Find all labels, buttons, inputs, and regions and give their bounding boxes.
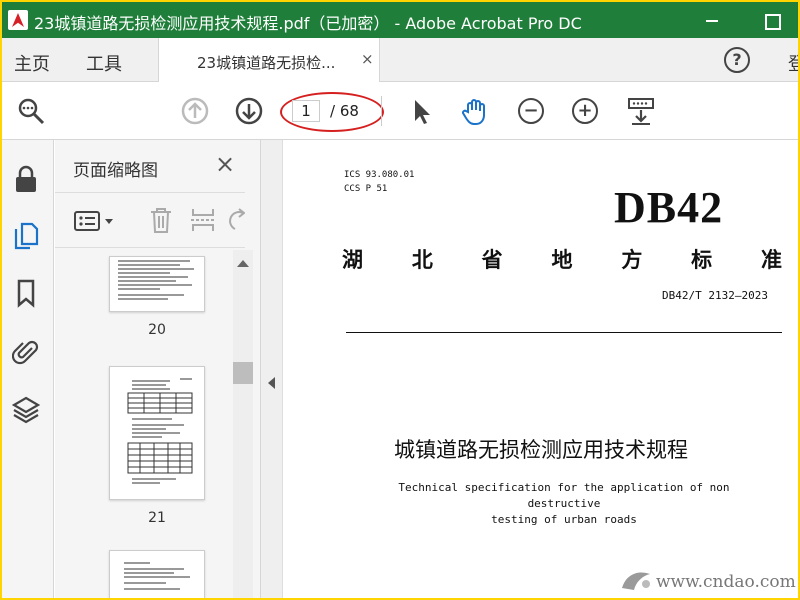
previous-page-icon[interactable] xyxy=(180,96,210,126)
extract-page-icon[interactable] xyxy=(189,205,217,235)
thumbnail-page-number: 21 xyxy=(148,510,166,526)
thumbnail-content xyxy=(124,562,190,590)
page-navigator: 1 / 68 xyxy=(280,92,384,132)
watermark-logo-icon xyxy=(622,572,650,590)
document-tab-label: 23城镇道路无损检... xyxy=(197,54,336,72)
standard-char: 标 xyxy=(691,247,713,272)
thumbnail-content xyxy=(118,260,194,300)
tab-document[interactable]: 23城镇道路无损检... × xyxy=(158,38,380,82)
window-title: 23城镇道路无损检测应用技术规程.pdf（已加密） - Adobe Acroba… xyxy=(34,14,582,33)
help-icon[interactable]: ? xyxy=(724,47,750,73)
sign-in-button[interactable]: 登 xyxy=(788,50,798,76)
current-page-input[interactable]: 1 xyxy=(292,100,320,122)
tab-home[interactable]: 主页 xyxy=(14,50,50,76)
ccs-code: CCS P 51 xyxy=(344,184,388,194)
page-thumbnail[interactable] xyxy=(109,550,205,598)
page-thumbnails-panel: 页面缩略图 × 20 21 xyxy=(55,140,261,598)
zoom-in-button[interactable]: + xyxy=(572,98,598,124)
watermark: www.cndao.com xyxy=(656,572,796,592)
acrobat-window: 23城镇道路无损检测应用技术规程.pdf（已加密） - Adobe Acroba… xyxy=(2,2,798,598)
document-title: 城镇道路无损检测应用技术规程 xyxy=(394,438,688,462)
toolbar: 1 / 68 − + xyxy=(2,82,798,140)
lock-icon[interactable] xyxy=(12,164,40,194)
standard-code: DB42 xyxy=(614,183,724,232)
tab-tools[interactable]: 工具 xyxy=(86,50,122,76)
thumbnail-toolbar xyxy=(55,192,245,248)
page-thumbnail[interactable] xyxy=(109,366,205,500)
maximize-button[interactable] xyxy=(759,8,783,32)
horizontal-rule xyxy=(346,332,782,333)
classification-codes: ICS 93.080.01 CCS P 51 xyxy=(344,168,414,196)
bookmark-icon[interactable] xyxy=(12,278,40,308)
standard-char: 方 xyxy=(621,247,643,272)
standard-number: DB42/T 2132—2023 xyxy=(662,289,768,302)
standard-char: 省 xyxy=(481,247,503,272)
attachment-icon[interactable] xyxy=(12,336,40,366)
page-display-icon[interactable] xyxy=(626,96,656,126)
delete-page-icon[interactable] xyxy=(147,205,175,235)
panel-title: 页面缩略图 xyxy=(73,161,158,181)
standard-char: 准 xyxy=(760,247,782,272)
zoom-out-button[interactable]: − xyxy=(518,98,544,124)
thumbnail-scrollbar[interactable] xyxy=(233,250,253,598)
pages-icon[interactable] xyxy=(12,220,40,250)
thumbnail-content xyxy=(127,378,193,484)
standard-char: 湖 xyxy=(342,247,363,272)
scroll-up-icon[interactable] xyxy=(237,260,249,267)
toolbar-divider xyxy=(381,96,382,126)
options-menu-icon[interactable] xyxy=(73,207,117,235)
close-tab-button[interactable]: × xyxy=(361,50,374,68)
page-thumbnail[interactable] xyxy=(109,256,205,312)
search-icon[interactable] xyxy=(16,96,46,126)
next-page-icon[interactable] xyxy=(234,96,264,126)
tab-bar: 主页 工具 23城镇道路无损检... × ? 登 xyxy=(2,38,798,82)
hand-tool-icon[interactable] xyxy=(460,96,490,126)
english-title-line: Technical specification for the applicat… xyxy=(398,481,730,510)
rotate-page-icon[interactable] xyxy=(229,205,245,235)
layers-icon[interactable] xyxy=(12,394,40,424)
standard-category: 湖 北 省 地 方 标 准 xyxy=(342,244,782,274)
english-title: Technical specification for the applicat… xyxy=(364,480,764,528)
total-pages: / 68 xyxy=(330,102,359,120)
minimize-button[interactable] xyxy=(700,8,724,32)
title-bar: 23城镇道路无损检测应用技术规程.pdf（已加密） - Adobe Acroba… xyxy=(2,2,798,38)
left-navigation-rail xyxy=(2,140,54,598)
select-pointer-icon[interactable] xyxy=(406,96,436,126)
standard-char: 北 xyxy=(411,247,433,272)
scrollbar-thumb[interactable] xyxy=(233,362,253,384)
standard-char: 地 xyxy=(551,247,573,272)
thumbnail-page-number: 20 xyxy=(148,322,166,338)
acrobat-logo-icon xyxy=(8,10,28,30)
document-view: ICS 93.080.01 CCS P 51 DB42 湖 北 省 地 方 标 … xyxy=(284,140,798,598)
english-title-line: testing of urban roads xyxy=(491,513,637,526)
close-panel-button[interactable]: × xyxy=(215,150,235,178)
ics-code: ICS 93.080.01 xyxy=(344,170,415,180)
chevron-left-icon xyxy=(268,377,275,389)
collapse-panel-handle[interactable] xyxy=(261,140,283,598)
